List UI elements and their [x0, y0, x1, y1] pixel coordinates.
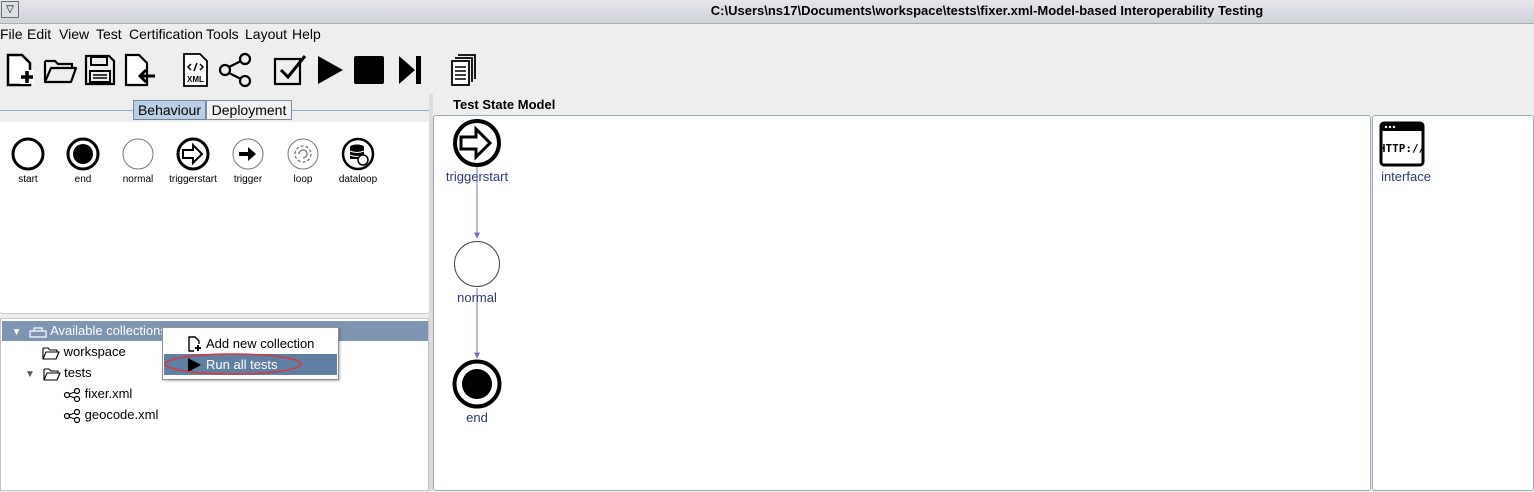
tree-item-label: fixer.xml — [84, 386, 133, 401]
model-diagram — [452, 119, 502, 409]
menu-help[interactable]: Help — [292, 26, 321, 42]
tab-behaviour[interactable]: Behaviour — [133, 100, 206, 120]
palette-trigger[interactable]: trigger — [220, 136, 276, 185]
svg-text:HTTP://: HTTP:// — [1379, 142, 1425, 155]
tree-item-geocode-xml[interactable]: geocode.xml — [63, 405, 158, 425]
triggerstart-state-icon — [176, 137, 210, 171]
svg-text:XML: XML — [187, 75, 204, 84]
expand-arrow-icon[interactable]: ▼ — [12, 327, 22, 338]
node-triggerstart[interactable] — [453, 119, 501, 167]
normal-state-icon — [122, 138, 154, 170]
palette-dataloop[interactable]: dataloop — [330, 136, 386, 185]
collection-icon — [29, 326, 47, 338]
start-state-icon — [11, 137, 45, 171]
window-title: C:\Users\ns17\Documents\workspace\tests\… — [710, 3, 1264, 18]
expand-arrow-icon[interactable]: ▼ — [25, 369, 35, 380]
dataloop-state-icon — [341, 137, 375, 171]
palette-normal[interactable]: normal — [110, 136, 166, 185]
node-end[interactable] — [452, 359, 502, 409]
trigger-state-icon — [232, 138, 264, 170]
loop-state-icon — [287, 138, 319, 170]
folder-icon — [42, 368, 61, 381]
menu-file[interactable]: File — [0, 26, 23, 42]
menu-bar: File Edit View Test Certification Tools … — [0, 24, 1534, 44]
menu-edit[interactable]: Edit — [27, 26, 51, 42]
tree-item-label: workspace — [63, 344, 126, 359]
tree-root-label: Available collections — [50, 323, 167, 338]
menu-tools[interactable]: Tools — [206, 26, 239, 42]
menu-item-label: Add new collection — [206, 336, 315, 351]
play-icon[interactable] — [312, 52, 348, 88]
new-file-icon[interactable] — [2, 52, 38, 88]
menu-test[interactable]: Test — [96, 26, 122, 42]
node-label-triggerstart: triggerstart — [445, 169, 509, 184]
palette-dataloop-label: dataloop — [338, 174, 378, 185]
palette-triggerstart-label: triggerstart — [169, 174, 217, 185]
palette-end-label: end — [74, 174, 92, 185]
tree-item-workspace[interactable]: workspace — [42, 342, 126, 362]
share-graph-icon[interactable] — [217, 52, 253, 88]
share-graph-icon — [63, 408, 81, 423]
interface-node[interactable]: HTTP:// — [1379, 121, 1426, 167]
palette-loop-label: loop — [293, 174, 313, 185]
end-state-icon — [66, 137, 100, 171]
palette-normal-label: normal — [122, 174, 154, 185]
state-palette: start end normal triggerstart trigger lo… — [0, 122, 429, 312]
xml-icon[interactable]: XML — [177, 52, 213, 88]
model-title: Test State Model — [453, 97, 556, 112]
toolbar: XML — [0, 46, 1534, 94]
documents-icon[interactable] — [446, 52, 482, 88]
red-annotation-ellipse — [164, 353, 302, 375]
node-normal[interactable] — [454, 241, 500, 287]
open-folder-icon[interactable] — [42, 52, 78, 88]
palette-loop[interactable]: loop — [275, 136, 331, 185]
palette-start-label: start — [18, 174, 38, 185]
export-icon[interactable] — [121, 52, 157, 88]
deployment-panel: HTTP:// interface — [1372, 115, 1534, 491]
model-canvas[interactable]: triggerstart normal end — [433, 115, 1371, 491]
tree-item-label: geocode.xml — [84, 407, 159, 422]
http-interface-icon: HTTP:// — [1379, 121, 1426, 167]
menu-certification[interactable]: Certification — [129, 26, 203, 42]
share-graph-icon — [63, 387, 81, 402]
tree-item-tests[interactable]: ▼ tests — [25, 363, 92, 383]
title-bar: ▽ C:\Users\ns17\Documents\workspace\test… — [0, 0, 1534, 24]
menu-view[interactable]: View — [59, 26, 89, 42]
palette-start[interactable]: start — [0, 136, 56, 185]
palette-end[interactable]: end — [55, 136, 111, 185]
palette-triggerstart[interactable]: triggerstart — [165, 136, 221, 185]
tree-item-label: tests — [64, 365, 92, 380]
stop-icon[interactable] — [352, 52, 388, 88]
node-label-end: end — [466, 410, 488, 425]
interface-label: interface — [1381, 169, 1431, 184]
tree-item-fixer-xml[interactable]: fixer.xml — [63, 384, 132, 404]
node-label-normal: normal — [457, 290, 497, 305]
check-icon[interactable] — [272, 52, 308, 88]
folder-icon — [42, 347, 60, 360]
menu-layout[interactable]: Layout — [245, 26, 287, 42]
tab-deployment[interactable]: Deployment — [206, 100, 292, 120]
step-icon[interactable] — [392, 52, 428, 88]
palette-trigger-label: trigger — [233, 174, 263, 185]
save-icon[interactable] — [82, 52, 118, 88]
